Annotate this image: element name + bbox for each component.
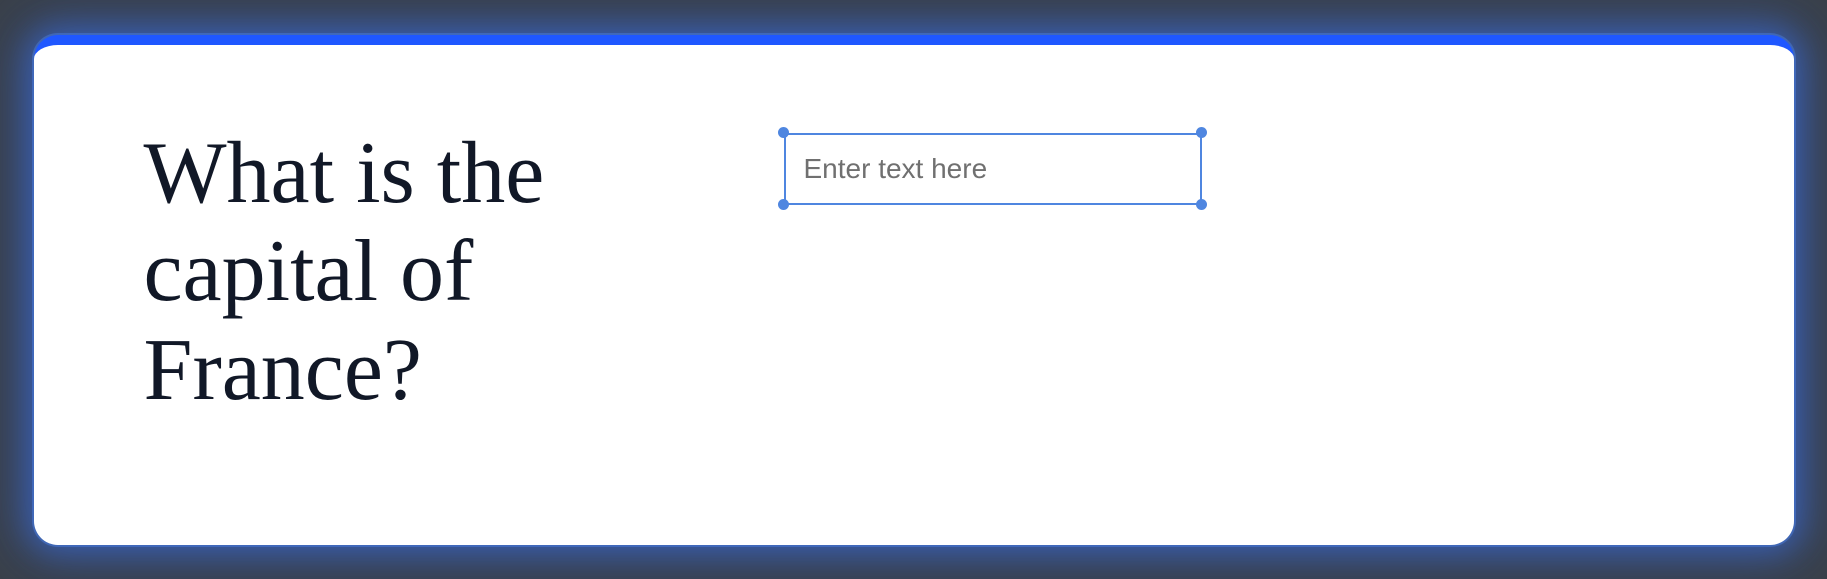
resize-handle-top-right-icon[interactable] — [1196, 127, 1207, 138]
resize-handle-bottom-left-icon[interactable] — [778, 199, 789, 210]
question-column: What is the capital of France? — [144, 125, 784, 421]
answer-column — [784, 125, 1704, 205]
answer-input[interactable] — [784, 133, 1202, 205]
resize-handle-top-left-icon[interactable] — [778, 127, 789, 138]
resize-handle-bottom-right-icon[interactable] — [1196, 199, 1207, 210]
question-text: What is the capital of France? — [144, 125, 744, 421]
text-input-selection-box[interactable] — [784, 133, 1202, 205]
question-card: What is the capital of France? — [34, 35, 1794, 545]
